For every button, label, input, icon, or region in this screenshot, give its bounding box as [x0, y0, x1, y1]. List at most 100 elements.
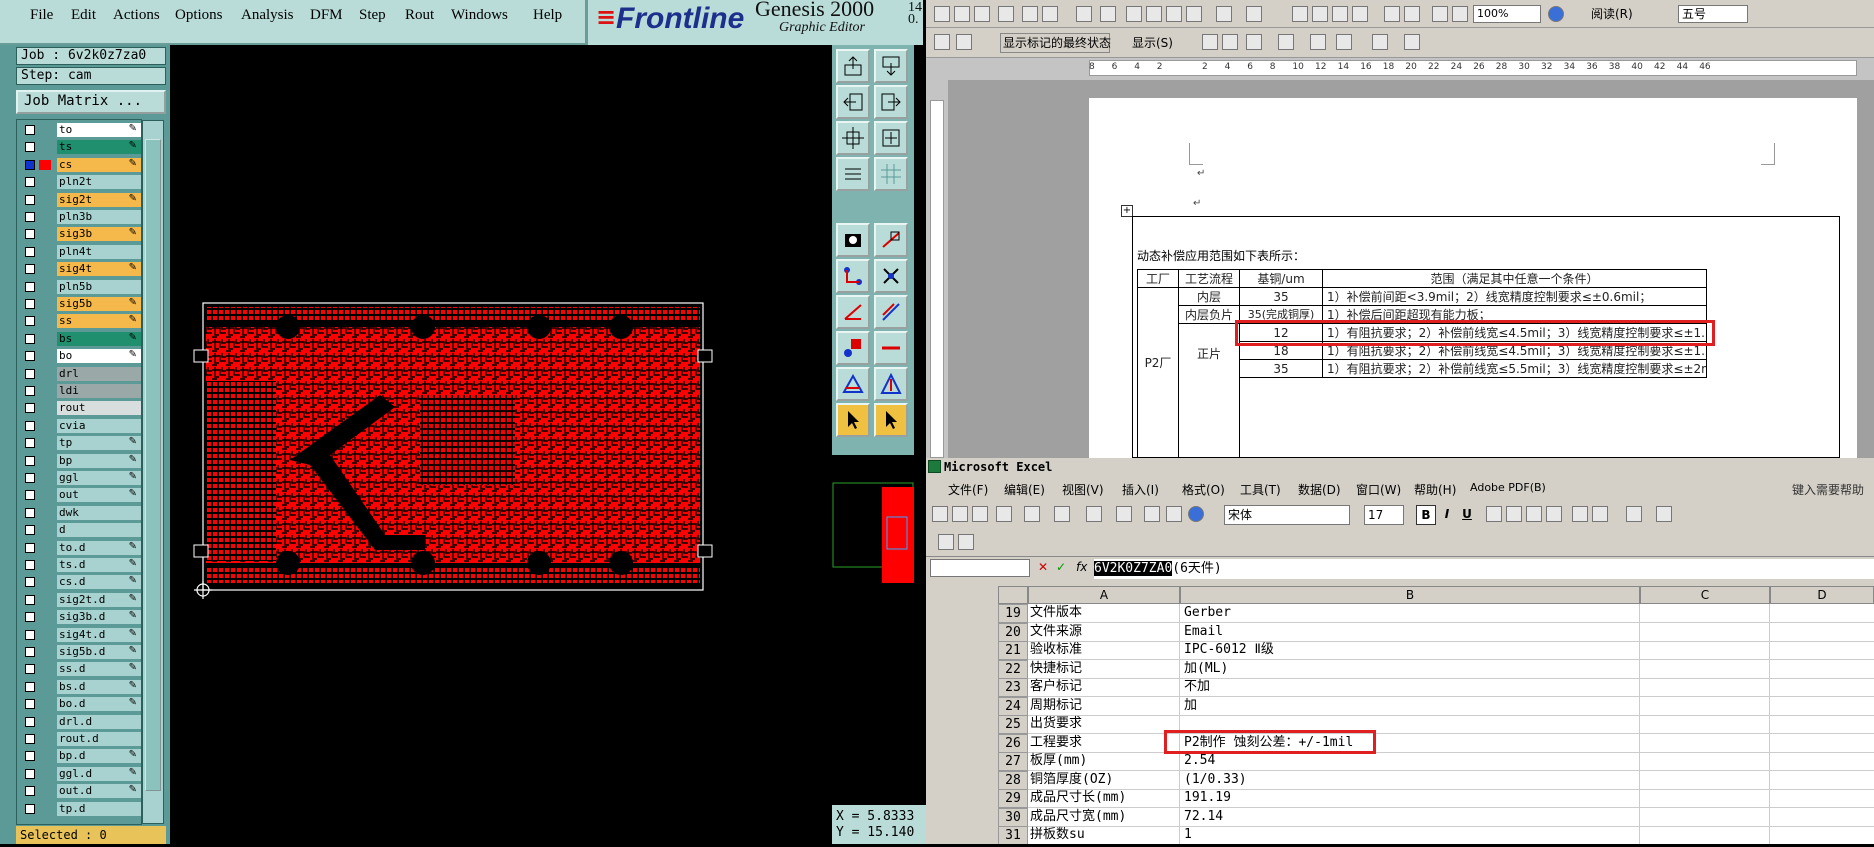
layer-checkbox[interactable] — [25, 699, 35, 710]
cell-c[interactable] — [1640, 641, 1770, 660]
print-icon[interactable] — [1022, 6, 1038, 22]
layer-row[interactable]: ss ✎ — [19, 314, 141, 329]
menu-help[interactable]: Help — [533, 7, 562, 24]
layer-name[interactable]: rout — [57, 401, 141, 416]
layer-checkbox[interactable] — [25, 664, 35, 675]
layer-checkbox[interactable] — [25, 125, 35, 135]
cut-icon[interactable] — [1126, 6, 1142, 22]
layer-checkbox[interactable] — [25, 716, 35, 727]
layer-checkbox[interactable] — [25, 177, 35, 188]
layer-row[interactable]: pln4t — [19, 244, 141, 259]
merge-center-icon[interactable] — [1546, 506, 1562, 522]
layer-row[interactable]: tp.d — [19, 801, 141, 816]
menu-adobe-pdf[interactable]: Adobe PDF(B) — [1470, 481, 1546, 494]
cell-a[interactable]: 客户标记 — [1028, 678, 1180, 697]
layer-row[interactable]: ggl ✎ — [19, 471, 141, 485]
scroll-thumb[interactable] — [145, 139, 161, 791]
layer-name[interactable]: drl — [57, 366, 141, 381]
layer-row[interactable]: bp.d ✎ — [19, 749, 141, 764]
cell-a[interactable]: 出货要求 — [1028, 715, 1180, 734]
align-left-icon[interactable] — [1486, 506, 1502, 522]
layer-name[interactable]: ldi — [57, 384, 141, 398]
layer-checkbox[interactable] — [25, 751, 35, 762]
row-number[interactable]: 28 — [998, 770, 1028, 790]
layer-name[interactable]: tp.d — [57, 801, 141, 816]
menu-file[interactable]: File — [30, 7, 53, 24]
column-header-a[interactable]: A — [1028, 586, 1180, 604]
layer-row[interactable]: ggl.d ✎ — [19, 766, 141, 781]
layer-row[interactable]: to.d ✎ — [19, 540, 141, 555]
cell-d[interactable] — [1770, 808, 1874, 827]
cell-c[interactable] — [1640, 789, 1770, 808]
menu-windows[interactable]: Windows — [451, 7, 508, 24]
italic-button[interactable]: I — [1438, 505, 1456, 525]
print-icon[interactable] — [996, 506, 1012, 522]
cell-b[interactable]: 2.54 — [1180, 752, 1640, 771]
cell-a[interactable]: 工程要求 — [1028, 733, 1180, 753]
open-icon[interactable] — [952, 506, 968, 522]
cell-d[interactable] — [1770, 641, 1874, 660]
menu-tools[interactable]: 工具(T) — [1240, 481, 1281, 498]
cell-a[interactable]: 成品尺寸宽(mm) — [1028, 807, 1180, 827]
doc-map-icon[interactable] — [1432, 6, 1448, 22]
research-icon[interactable] — [1076, 6, 1092, 22]
layer-row[interactable]: tp ✎ — [19, 436, 141, 451]
cell-c[interactable] — [1640, 678, 1770, 697]
layer-row[interactable]: sig2t.d ✎ — [19, 592, 141, 607]
name-box[interactable] — [930, 559, 1030, 577]
show-hide-icon[interactable] — [1452, 6, 1468, 22]
layer-row[interactable]: out.d ✎ — [19, 784, 141, 799]
cell-c[interactable] — [1640, 807, 1770, 827]
cell-c[interactable] — [1640, 826, 1770, 844]
layer-row[interactable]: cs.d ✎ — [19, 575, 141, 590]
save-icon[interactable] — [972, 506, 988, 522]
cell-b[interactable]: 191.19 — [1180, 789, 1640, 808]
accept-change-icon[interactable] — [1246, 34, 1262, 50]
layer-checkbox[interactable] — [25, 368, 35, 379]
pointer-select-all-icon[interactable] — [874, 403, 908, 437]
layer-row[interactable]: bo.d ✎ — [19, 697, 141, 712]
column-header-d[interactable]: D — [1770, 586, 1874, 604]
row-number[interactable]: 21 — [998, 641, 1028, 660]
zoom-home-icon[interactable] — [874, 121, 908, 155]
layer-name[interactable]: cvia — [57, 418, 141, 433]
layer-row[interactable]: sig5b.d ✎ — [19, 645, 141, 659]
bold-button[interactable]: B — [1416, 505, 1436, 525]
add-surface-icon[interactable] — [874, 331, 908, 365]
help-icon[interactable] — [1548, 6, 1564, 22]
spelling-icon[interactable] — [1100, 6, 1116, 22]
pointer-select-icon[interactable] — [836, 403, 870, 437]
layer-checkbox[interactable] — [25, 577, 35, 588]
cell-d[interactable] — [1770, 678, 1874, 697]
percent-icon[interactable] — [1592, 506, 1608, 522]
vertical-ruler[interactable] — [926, 80, 948, 458]
cell-b[interactable]: 不加 — [1180, 678, 1640, 697]
row-number[interactable]: 30 — [998, 807, 1028, 827]
drawing-icon[interactable] — [1404, 6, 1420, 22]
zoom-fit-icon[interactable] — [836, 121, 870, 155]
align-right-icon[interactable] — [1526, 506, 1542, 522]
help-search-box[interactable]: 键入需要帮助 — [1792, 481, 1864, 498]
cell-c[interactable] — [1640, 715, 1770, 734]
layer-row[interactable]: sig3b ✎ — [19, 227, 141, 242]
paste-icon[interactable] — [1054, 506, 1070, 522]
move-feature-icon[interactable] — [874, 367, 908, 401]
pdf-icon[interactable] — [938, 534, 954, 550]
cell-b[interactable]: 加(ML) — [1180, 659, 1640, 679]
format-painter-icon[interactable] — [1186, 6, 1202, 22]
cell-c[interactable] — [1640, 604, 1770, 623]
layer-row[interactable]: cvia — [19, 418, 141, 433]
read-button[interactable]: 阅读(R) — [1571, 5, 1661, 23]
undo-icon[interactable] — [1086, 506, 1102, 522]
mini-map[interactable] — [832, 455, 916, 805]
layer-checkbox[interactable] — [25, 386, 35, 396]
align-center-icon[interactable] — [1506, 506, 1522, 522]
hyperlink-icon[interactable] — [1292, 6, 1308, 22]
select-all-corner[interactable] — [998, 586, 1028, 604]
job-matrix-button[interactable]: Job Matrix ... — [16, 90, 166, 114]
measure-icon[interactable] — [836, 157, 870, 191]
layer-checkbox[interactable] — [25, 212, 35, 222]
layer-checkbox[interactable] — [25, 542, 35, 553]
layer-checkbox[interactable] — [25, 507, 35, 518]
layer-checkbox[interactable] — [25, 351, 35, 362]
